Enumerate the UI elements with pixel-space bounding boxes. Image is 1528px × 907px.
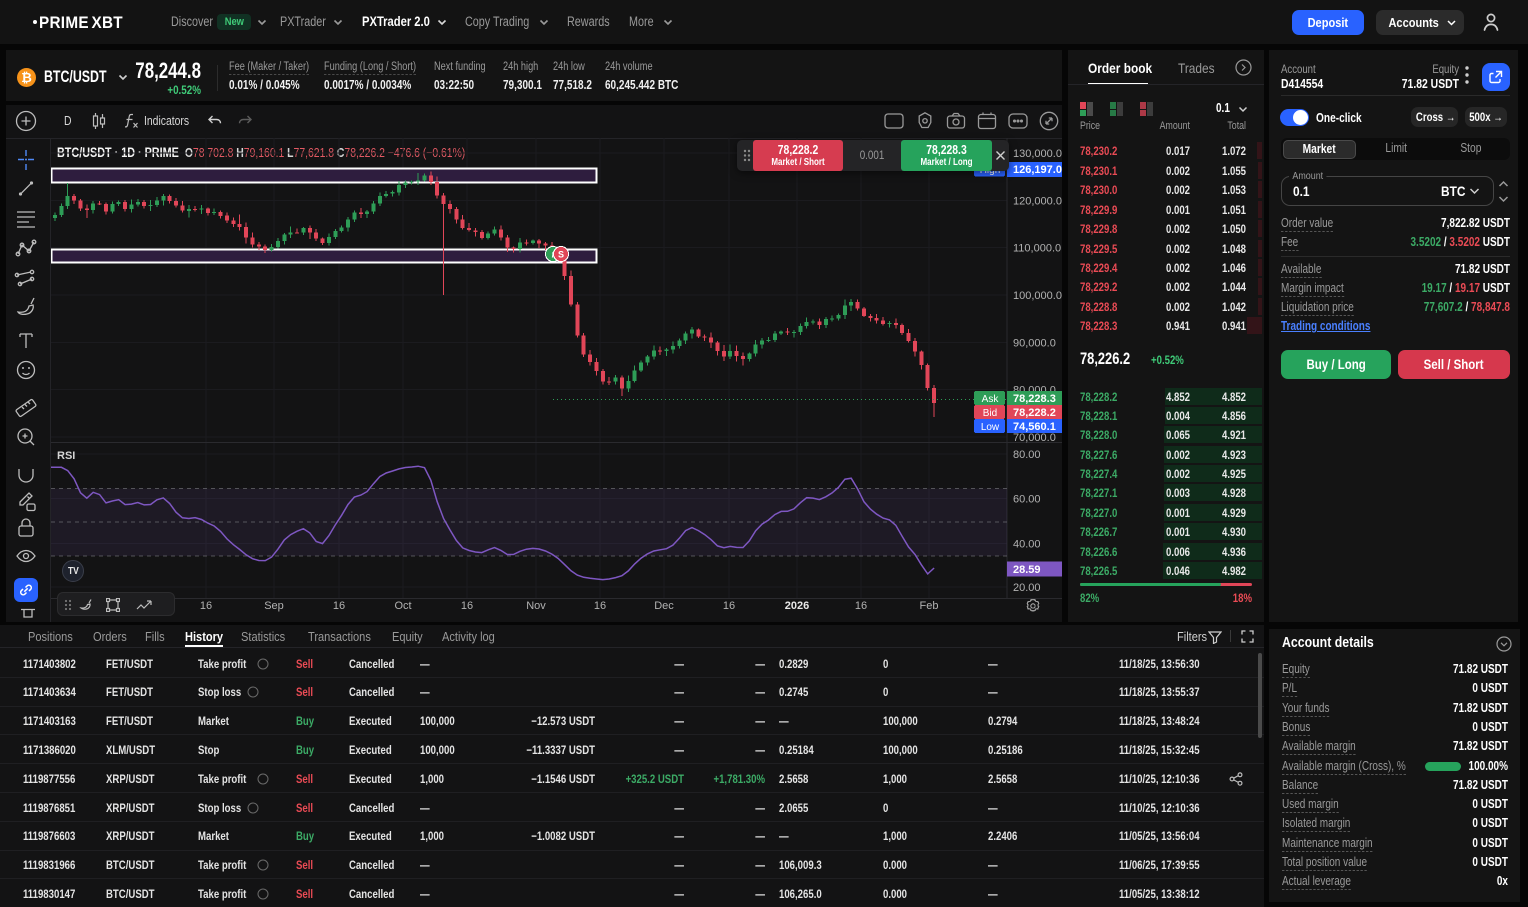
- svg-text:60.00: 60.00: [1013, 494, 1041, 506]
- svg-text:16: 16: [333, 600, 345, 612]
- svg-text:16: 16: [594, 600, 606, 612]
- svg-text:RSI: RSI: [57, 450, 75, 462]
- svg-text:120,000.0: 120,000.0: [1013, 195, 1062, 207]
- svg-text:Dec: Dec: [654, 600, 674, 612]
- svg-text:16: 16: [855, 600, 867, 612]
- svg-text:90,000.0: 90,000.0: [1013, 337, 1056, 349]
- svg-text:130,000.0: 130,000.0: [1013, 148, 1062, 160]
- svg-text:110,000.0: 110,000.0: [1013, 243, 1061, 255]
- svg-text:40.00: 40.00: [1013, 538, 1041, 550]
- svg-text:20.00: 20.00: [1013, 582, 1041, 594]
- svg-text:28.59: 28.59: [1013, 564, 1041, 576]
- svg-text:70,000.0: 70,000.0: [1013, 432, 1056, 444]
- svg-text:78,228.3: 78,228.3: [1013, 393, 1056, 405]
- svg-text:74,560.1: 74,560.1: [1013, 421, 1056, 433]
- svg-text:78,228.2: 78,228.2: [1013, 407, 1056, 419]
- svg-text:16: 16: [723, 600, 735, 612]
- svg-text:Sep: Sep: [264, 600, 284, 612]
- svg-text:100,000.0: 100,000.0: [1013, 290, 1062, 302]
- svg-text:80.00: 80.00: [1013, 449, 1041, 461]
- svg-text:Oct: Oct: [394, 600, 411, 612]
- svg-text:Feb: Feb: [920, 600, 939, 612]
- svg-text:Ask: Ask: [982, 394, 1000, 405]
- svg-text:16: 16: [200, 600, 212, 612]
- svg-text:126,197.0: 126,197.0: [1013, 164, 1062, 176]
- svg-text:2026: 2026: [785, 600, 809, 612]
- svg-text:Low: Low: [981, 422, 1000, 433]
- svg-text:S: S: [558, 250, 564, 260]
- svg-text:Nov: Nov: [526, 600, 546, 612]
- svg-text:16: 16: [461, 600, 473, 612]
- svg-text:Bid: Bid: [983, 408, 997, 419]
